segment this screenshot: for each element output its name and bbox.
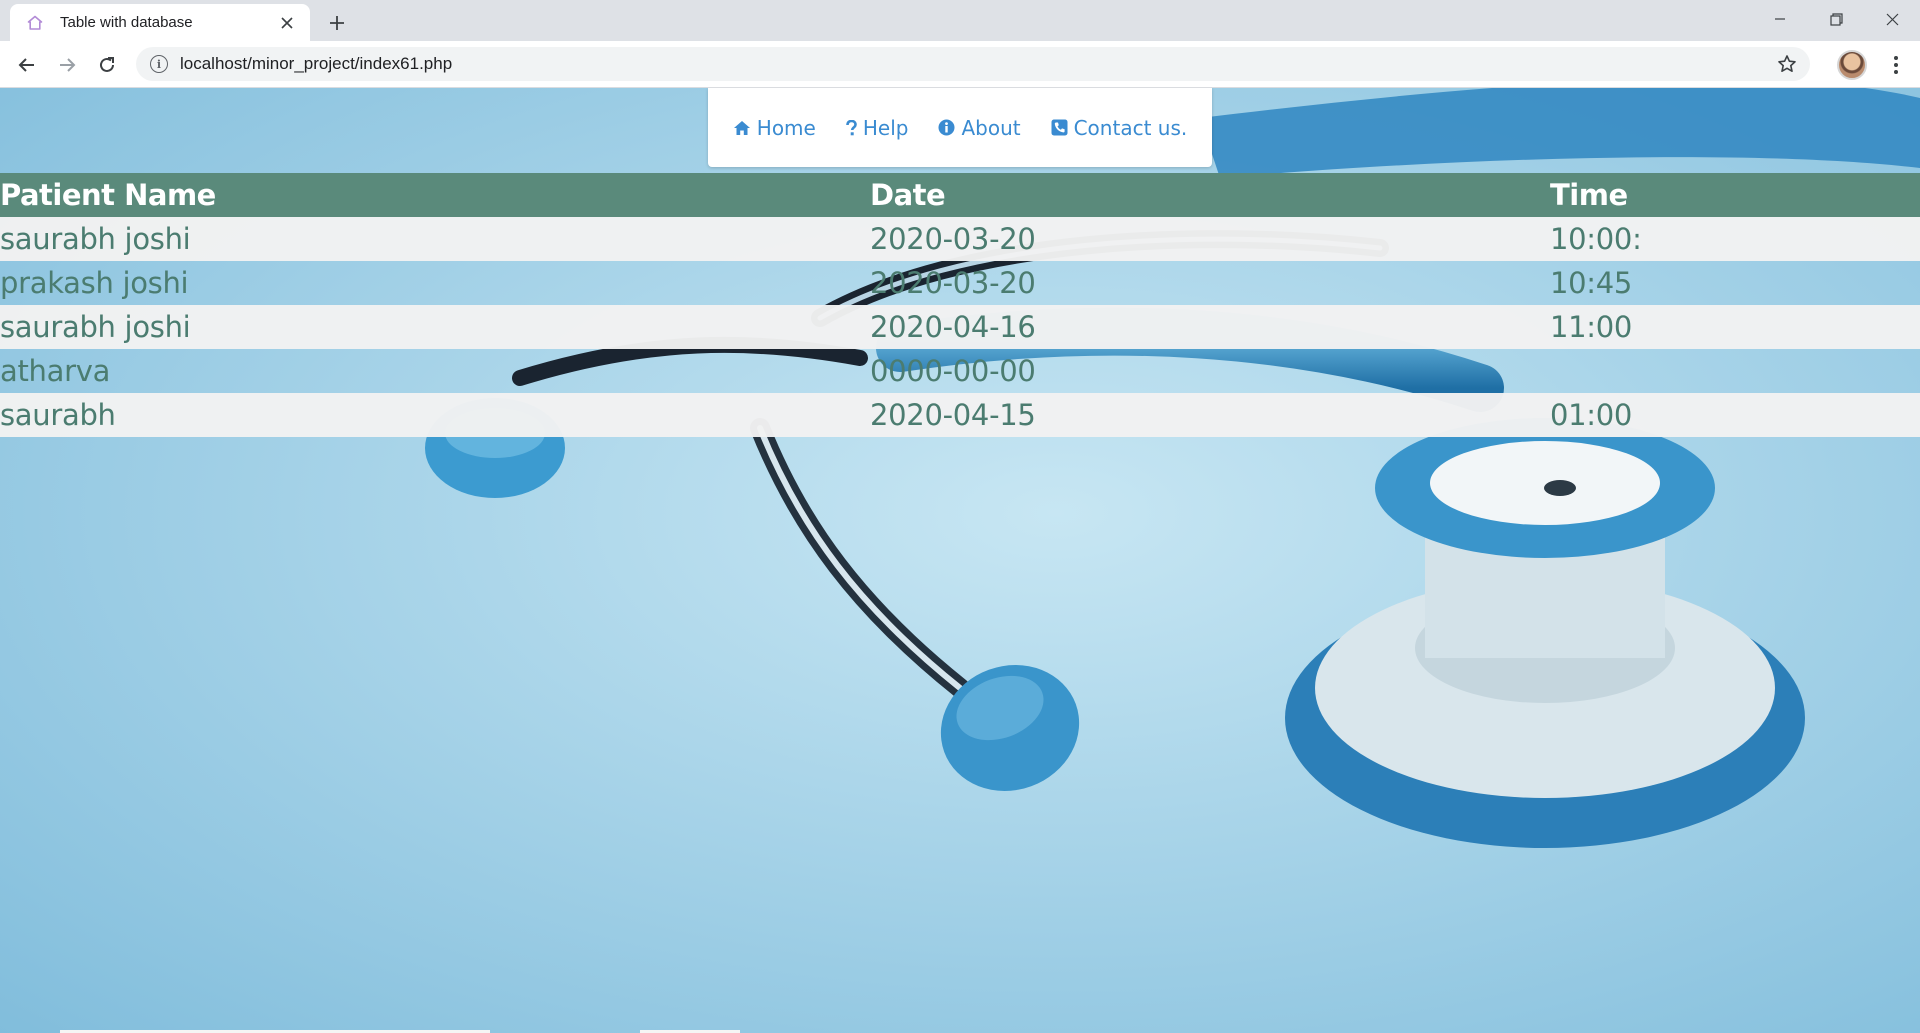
browser-tab[interactable]: Table with database xyxy=(10,4,310,41)
restore-icon[interactable] xyxy=(1808,0,1864,38)
table-row: atharva 0000-00-00 xyxy=(0,349,1920,393)
cell-patient-name: atharva xyxy=(0,354,111,388)
table-header-row: Patient Name Date Time xyxy=(0,173,1920,217)
forward-arrow-icon[interactable] xyxy=(52,50,82,80)
top-navbar: Home Help About Contact us. xyxy=(708,88,1212,167)
cell-date: 2020-04-15 xyxy=(870,393,1550,437)
back-arrow-icon[interactable] xyxy=(12,50,42,80)
browser-toolbar: i localhost/minor_project/index61.php xyxy=(0,41,1920,88)
cell-date: 0000-00-00 xyxy=(870,354,1036,388)
patients-table: Patient Name Date Time saurabh joshi 202… xyxy=(0,173,1920,437)
profile-avatar[interactable] xyxy=(1837,50,1867,80)
nav-link-home[interactable]: Home xyxy=(733,116,816,140)
question-icon xyxy=(846,119,857,136)
page-viewport: Home Help About Contact us. Patient Name… xyxy=(0,88,1920,1033)
nav-contact-label: Contact us. xyxy=(1073,115,1188,140)
table-row: saurabh 2020-04-15 01:00 xyxy=(0,393,1920,437)
page-favicon-icon xyxy=(24,12,46,34)
tab-title: Table with database xyxy=(60,14,193,31)
cell-date: 2020-03-20 xyxy=(870,217,1550,261)
cell-patient-name: saurabh xyxy=(0,393,870,437)
header-date[interactable]: Date xyxy=(870,173,1550,217)
cell-time: 10:45 xyxy=(1550,266,1633,300)
close-window-icon[interactable] xyxy=(1864,0,1920,38)
cell-patient-name: saurabh joshi xyxy=(0,305,870,349)
table-row: prakash joshi 2020-03-20 10:45 xyxy=(0,261,1920,305)
nav-link-contact[interactable]: Contact us. xyxy=(1051,115,1188,140)
close-tab-icon[interactable] xyxy=(276,12,298,34)
cell-date: 2020-03-20 xyxy=(870,266,1036,300)
nav-help-label: Help xyxy=(862,115,909,140)
new-tab-button[interactable] xyxy=(322,8,352,38)
nav-link-help[interactable]: Help xyxy=(846,115,909,140)
site-info-icon[interactable]: i xyxy=(150,55,168,73)
browser-menu-icon[interactable] xyxy=(1882,50,1910,80)
nav-about-label: About xyxy=(961,115,1021,140)
table-row: saurabh joshi 2020-03-20 10:00: xyxy=(0,217,1920,261)
cell-date: 2020-04-16 xyxy=(870,305,1550,349)
window-controls xyxy=(1752,0,1920,41)
header-patient-name[interactable]: Patient Name xyxy=(0,173,870,217)
table-row: saurabh joshi 2020-04-16 11:00 xyxy=(0,305,1920,349)
info-icon xyxy=(938,119,955,136)
cell-time xyxy=(1550,349,1920,393)
tab-strip: Table with database xyxy=(0,0,1920,41)
cell-time: 10:00: xyxy=(1550,217,1920,261)
nav-link-about[interactable]: About xyxy=(938,115,1021,140)
header-time[interactable]: Time xyxy=(1550,173,1920,217)
bookmark-star-icon[interactable] xyxy=(1776,53,1798,75)
address-bar[interactable]: i localhost/minor_project/index61.php xyxy=(136,47,1810,81)
cell-patient-name: saurabh joshi xyxy=(0,217,870,261)
reload-icon[interactable] xyxy=(92,50,122,80)
cell-patient-name: prakash joshi xyxy=(0,266,189,300)
url-text: localhost/minor_project/index61.php xyxy=(180,54,453,73)
nav-home-label: Home xyxy=(756,115,816,140)
cell-time: 11:00 xyxy=(1550,305,1920,349)
phone-icon xyxy=(1051,119,1068,136)
cell-time: 01:00 xyxy=(1550,393,1920,437)
home-icon xyxy=(733,120,751,136)
minimize-icon[interactable] xyxy=(1752,0,1808,38)
